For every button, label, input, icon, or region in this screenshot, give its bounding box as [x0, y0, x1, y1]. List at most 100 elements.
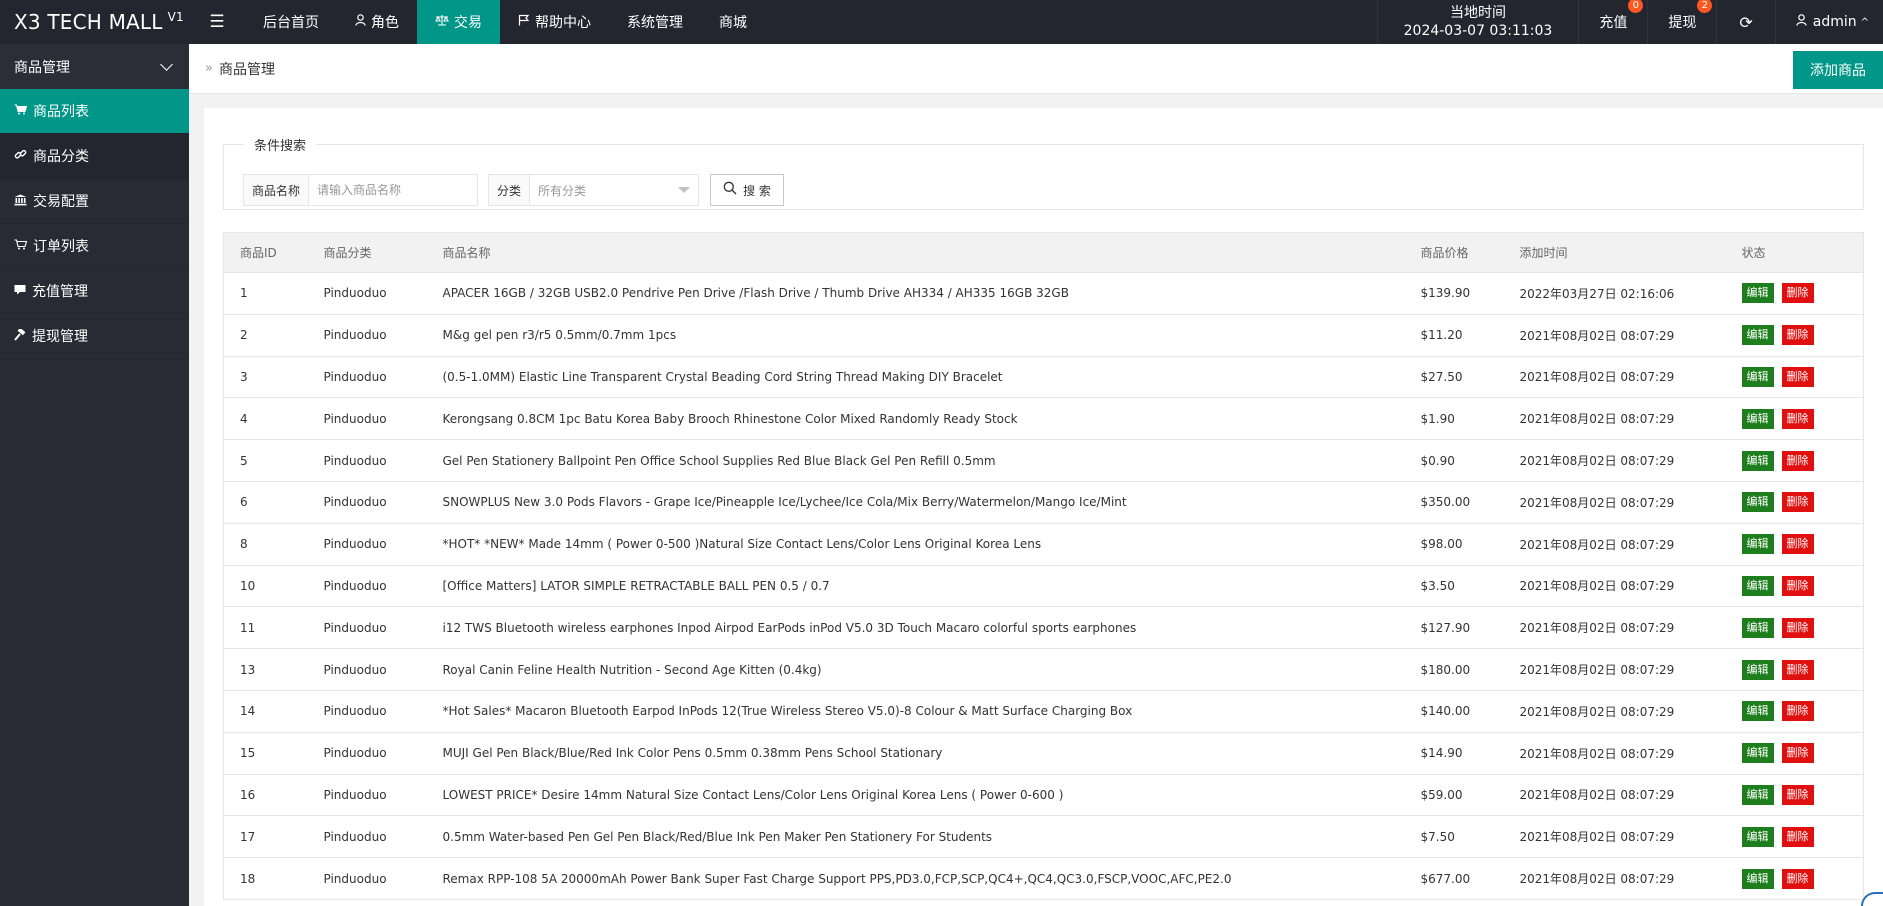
breadcrumb-current: 商品管理	[218, 61, 275, 78]
sidebar-item-order-list[interactable]: 订单列表	[0, 224, 189, 269]
edit-button[interactable]: 编辑	[1741, 868, 1774, 889]
cell-name: 0.5mm Water-based Pen Gel Pen Black/Red/…	[426, 815, 1405, 859]
refresh-icon: ⟳	[1739, 12, 1753, 32]
cell-category: Pinduoduo	[307, 397, 427, 441]
table-row: 13 Pinduoduo Royal Canin Feline Health Nut…	[223, 648, 1864, 691]
sidebar-item-recharge[interactable]: 充值管理	[0, 269, 189, 314]
edit-button[interactable]: 编辑	[1741, 366, 1774, 387]
double-chevron-right-icon: »	[205, 61, 213, 76]
cell-status: 编辑 删除	[1725, 272, 1864, 315]
cell-category: Pinduoduo	[307, 648, 427, 691]
sidebar-item-label: 交易配置	[33, 194, 89, 210]
cell-id: 6	[223, 481, 308, 524]
delete-button[interactable]: 删除	[1781, 575, 1814, 596]
nav-item-system[interactable]: 系统管理	[609, 0, 701, 44]
add-product-button[interactable]: 添加商品	[1793, 51, 1883, 89]
recharge-link[interactable]: 充值 0	[1578, 0, 1647, 44]
edit-button[interactable]: 编辑	[1741, 701, 1774, 722]
user-name: admin	[1812, 14, 1857, 30]
delete-button[interactable]: 删除	[1781, 492, 1814, 513]
cell-added-time: 2021年08月02日 08:07:29	[1503, 356, 1726, 399]
sidebar-item-withdraw[interactable]: 提现管理	[0, 314, 189, 359]
delete-button[interactable]: 删除	[1781, 659, 1814, 680]
sidebar-item-product-category[interactable]: 商品分类	[0, 134, 189, 179]
product-table: 商品ID 商品分类 商品名称 商品价格 添加时间 状态 1 Pinduoduo AP…	[223, 232, 1864, 900]
edit-button[interactable]: 编辑	[1741, 575, 1774, 596]
edit-button[interactable]: 编辑	[1741, 659, 1774, 680]
cell-added-time: 2021年08月02日 08:07:29	[1503, 857, 1726, 900]
edit-button[interactable]: 编辑	[1741, 534, 1774, 555]
top-nav: ☰ 后台首页 角色 交易 帮助中心 系统管理 商城	[189, 0, 765, 44]
edit-button[interactable]: 编辑	[1741, 743, 1774, 764]
delete-button[interactable]: 删除	[1781, 868, 1814, 889]
menu-toggle-button[interactable]: ☰	[189, 0, 245, 44]
col-header-category[interactable]: 商品分类	[307, 232, 427, 273]
col-header-name[interactable]: 商品名称	[426, 232, 1405, 273]
nav-label: 系统管理	[627, 15, 683, 31]
edit-button[interactable]: 编辑	[1741, 450, 1774, 471]
edit-button[interactable]: 编辑	[1741, 492, 1774, 513]
cell-name: Kerongsang 0.8CM 1pc Batu Korea Baby Bro…	[426, 397, 1405, 441]
cell-category: Pinduoduo	[307, 314, 427, 357]
cart-outline-icon	[14, 239, 28, 253]
table-row: 16 Pinduoduo LOWEST PRICE* Desire 14mm Nat…	[223, 774, 1864, 817]
delete-button[interactable]: 删除	[1781, 784, 1814, 805]
table-row: 15 Pinduoduo MUJI Gel Pen Black/Blue/Red I…	[223, 732, 1864, 775]
col-header-id[interactable]: 商品ID	[223, 232, 308, 273]
cell-price: $0.90	[1404, 439, 1504, 482]
edit-button[interactable]: 编辑	[1741, 283, 1774, 304]
cell-status: 编辑 删除	[1725, 565, 1864, 608]
category-select[interactable]: 所有分类	[530, 175, 698, 205]
table-row: 11 Pinduoduo i12 TWS Bluetooth wireless ea…	[223, 606, 1864, 650]
cell-id: 4	[223, 397, 308, 441]
delete-button[interactable]: 删除	[1781, 366, 1814, 387]
sidebar-item-trade-config[interactable]: 交易配置	[0, 179, 189, 224]
delete-button[interactable]: 删除	[1781, 408, 1814, 429]
nav-item-trade[interactable]: 交易	[417, 0, 500, 44]
col-header-status[interactable]: 状态	[1725, 232, 1864, 273]
cell-price: $139.90	[1404, 272, 1504, 315]
refresh-button[interactable]: ⟳	[1716, 0, 1774, 44]
nav-item-help[interactable]: 帮助中心	[500, 0, 609, 44]
col-header-price[interactable]: 商品价格	[1404, 232, 1504, 273]
cell-id: 15	[223, 732, 308, 775]
sidebar-group-product[interactable]: 商品管理	[0, 44, 189, 89]
edit-button[interactable]: 编辑	[1741, 325, 1774, 346]
cell-category: Pinduoduo	[307, 523, 427, 566]
chevron-up-icon: ^	[1860, 16, 1869, 28]
nav-item-home[interactable]: 后台首页	[245, 0, 337, 44]
search-button[interactable]: 搜 索	[710, 174, 784, 206]
cell-category: Pinduoduo	[307, 690, 427, 733]
delete-button[interactable]: 删除	[1781, 743, 1814, 764]
edit-button[interactable]: 编辑	[1741, 784, 1774, 805]
col-header-added-time[interactable]: 添加时间	[1503, 232, 1726, 273]
delete-button[interactable]: 删除	[1781, 283, 1814, 304]
app-logo[interactable]: X3 TECH MALL V1	[0, 0, 189, 44]
breadcrumb: » 商品管理 添加商品	[189, 44, 1883, 94]
table-row: 4 Pinduoduo Kerongsang 0.8CM 1pc Batu Kore…	[223, 397, 1864, 441]
product-name-field: 商品名称	[243, 174, 479, 206]
hamburger-icon: ☰	[209, 12, 225, 32]
cell-category: Pinduoduo	[307, 606, 427, 650]
delete-button[interactable]: 删除	[1781, 701, 1814, 722]
delete-button[interactable]: 删除	[1781, 450, 1814, 471]
withdraw-link[interactable]: 提现 2	[1647, 0, 1716, 44]
cell-status: 编辑 删除	[1725, 732, 1864, 775]
edit-button[interactable]: 编辑	[1741, 826, 1774, 847]
sidebar-item-product-list[interactable]: 商品列表	[0, 89, 189, 134]
header-right: 当地时间 2024-03-07 03:11:03 充值 0 提现 2 ⟳ adm…	[1376, 0, 1883, 44]
edit-button[interactable]: 编辑	[1741, 617, 1774, 638]
delete-button[interactable]: 删除	[1781, 325, 1814, 346]
product-name-input[interactable]	[309, 175, 478, 205]
edit-button[interactable]: 编辑	[1741, 408, 1774, 429]
nav-item-role[interactable]: 角色	[337, 0, 417, 44]
category-field: 分类 所有分类	[488, 174, 700, 206]
delete-button[interactable]: 删除	[1781, 534, 1814, 555]
delete-button[interactable]: 删除	[1781, 617, 1814, 638]
sidebar-group-label: 商品管理	[14, 59, 70, 76]
user-menu[interactable]: admin ^	[1774, 0, 1883, 44]
logo-version: V1	[167, 10, 184, 24]
delete-button[interactable]: 删除	[1781, 826, 1814, 847]
cell-added-time: 2021年08月02日 08:07:29	[1503, 815, 1726, 859]
nav-item-mall[interactable]: 商城	[701, 0, 765, 44]
